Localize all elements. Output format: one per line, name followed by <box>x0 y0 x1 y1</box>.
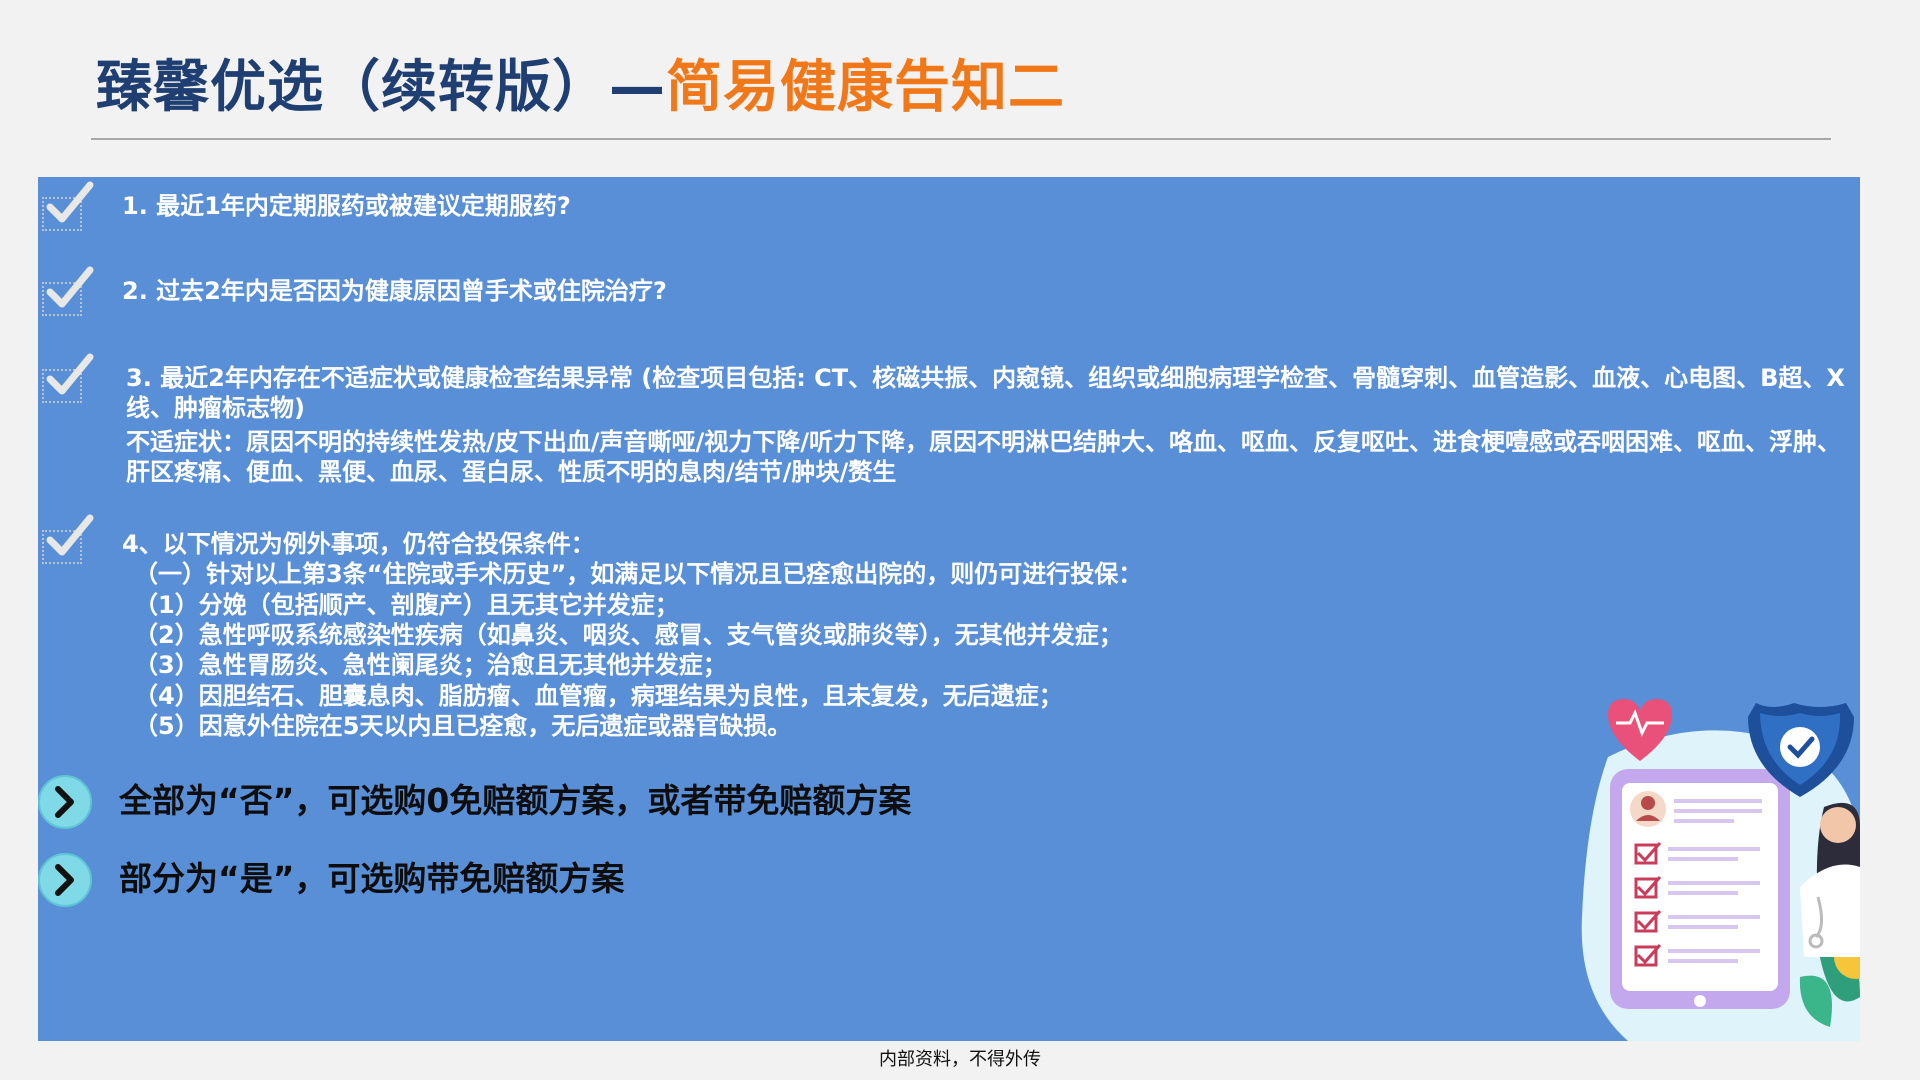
question-4-line: （2）急性呼吸系统感染性疾病（如鼻炎、咽炎、感冒、支气管炎或肺炎等），无其他并发… <box>134 621 1123 649</box>
check-icon <box>42 514 94 564</box>
question-4-line: （1）分娩（包括顺产、剖腹产）且无其它并发症； <box>134 591 679 619</box>
title-accent: 简易健康告知二 <box>666 55 1065 120</box>
question-4-line: 4、以下情况为例外事项，仍符合投保条件： <box>122 530 595 558</box>
question-3-line1: 3. 最近2年内存在不适症状或健康检查结果异常 (检查项目包括: CT、核磁共振… <box>126 364 1845 422</box>
question-4-line: （4）因胆结石、胆囊息肉、脂肪瘤、血管瘤，病理结果为良性，且未复发，无后遗症； <box>134 682 1063 710</box>
question-1: 1. 最近1年内定期服药或被建议定期服药? <box>122 192 571 220</box>
chevron-right-icon <box>38 853 92 907</box>
check-icon <box>42 181 94 231</box>
question-4-line: （5）因意外住院在5天以内且已痊愈，无后遗症或器官缺损。 <box>134 712 792 740</box>
footer-notice: 内部资料，不得外传 <box>879 1049 1041 1070</box>
conclusion-some-yes: 部分为“是”，可选购带免赔额方案 <box>119 859 625 898</box>
question-4-line: （一）针对以上第3条“住院或手术历史”，如满足以下情况且已痊愈出院的，则仍可进行… <box>134 560 1143 588</box>
title-main: 臻馨优选（续转版）— <box>96 55 666 120</box>
check-icon <box>42 353 94 403</box>
health-illustration <box>1568 697 1860 1041</box>
chevron-right-icon <box>38 775 92 829</box>
check-icon <box>42 266 94 316</box>
conclusion-all-no: 全部为“否”，可选购0免赔额方案，或者带免赔额方案 <box>119 781 912 820</box>
content-panel: 1. 最近1年内定期服药或被建议定期服药? 2. 过去2年内是否因为健康原因曾手… <box>38 177 1860 1041</box>
page-title: 臻馨优选（续转版）—简易健康告知二 <box>96 52 1065 124</box>
question-4-line: （3）急性胃肠炎、急性阑尾炎；治愈且无其他并发症； <box>134 651 727 679</box>
question-3-line2: 不适症状：原因不明的持续性发热/皮下出血/声音嘶哑/视力下降/听力下降，原因不明… <box>126 428 1842 486</box>
question-2: 2. 过去2年内是否因为健康原因曾手术或住院治疗? <box>122 277 667 305</box>
title-divider <box>91 138 1831 140</box>
